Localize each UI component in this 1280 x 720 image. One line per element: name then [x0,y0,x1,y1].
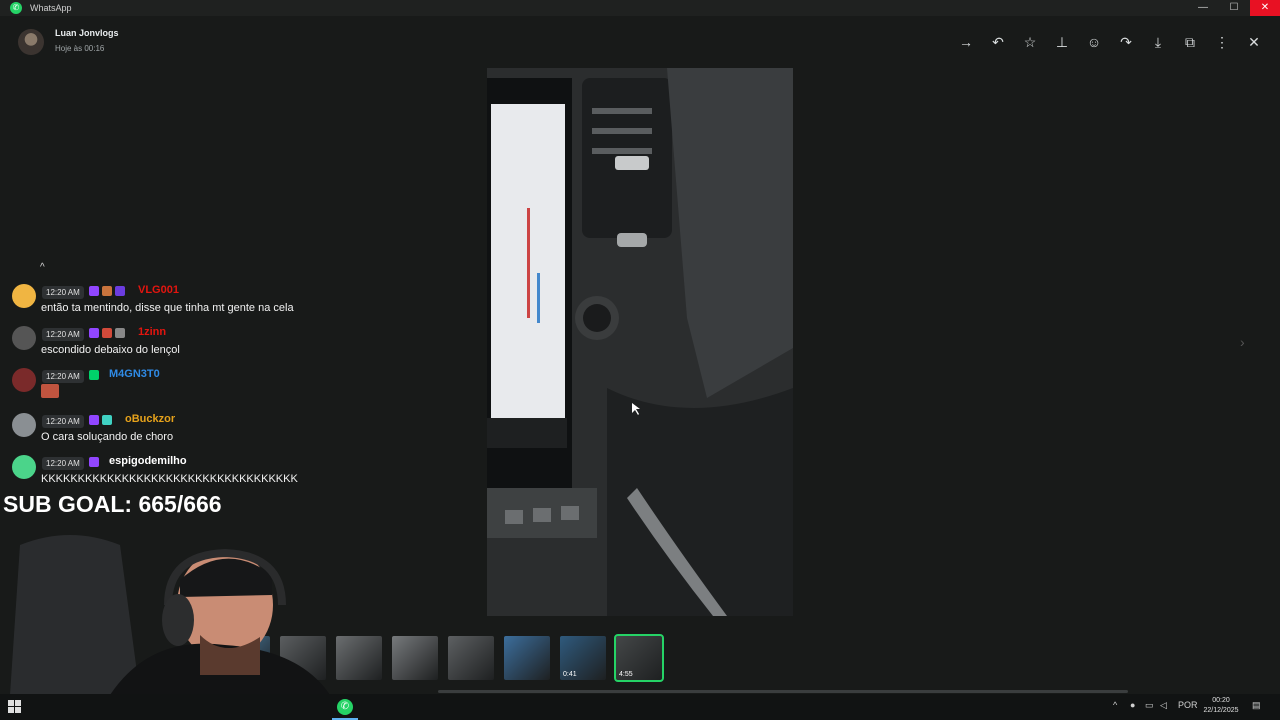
chat-badge-icon [89,286,99,296]
chat-badge-icon [115,328,125,338]
chat-avatar [12,413,36,437]
car-interior-frame [487,68,793,616]
sender-avatar[interactable] [18,29,44,55]
chat-timestamp: 12:20 AM [42,457,84,470]
next-media-icon[interactable]: › [1240,334,1245,350]
share-icon[interactable]: ↷ [1117,33,1135,51]
sent-timestamp: Hoje às 00:16 [55,44,105,53]
volume-icon[interactable]: ◁ [1160,700,1167,711]
thumbnail-duration: 0:41 [563,671,577,678]
webcam-overlay [0,525,330,695]
media-video[interactable] [487,68,793,616]
tray-chevron-icon[interactable]: ^ [1113,700,1117,710]
chat-message: 12:20 AM M4GN3T0 [12,368,372,404]
chat-badge-icon [115,286,125,296]
language-indicator[interactable]: POR [1178,700,1198,710]
chat-message: 12:20 AM VLG001 então ta mentindo, disse q… [12,284,372,320]
forward-icon[interactable]: → [957,33,975,51]
media-thumbnail[interactable] [392,636,438,680]
pin-icon[interactable]: ⊥ [1053,33,1071,51]
chat-avatar [12,284,36,308]
chat-message: 12:20 AM 1zinn escondido debaixo do lençol [12,326,372,362]
chat-badge-icon [102,415,112,425]
chat-username: espigodemilho [109,455,187,467]
chat-username: 1zinn [138,326,167,338]
window-titlebar: ✆ WhatsApp — ☐ ✕ [0,0,1280,16]
windows-taskbar: ✆ ^ ● ▭ ◁ POR 00:20 22/12/2025 ▤ [0,694,1280,720]
download-icon[interactable]: ⤓ [1149,33,1167,51]
chat-badge-icon [89,328,99,338]
chat-badge-icon [89,457,99,467]
chat-timestamp: 12:20 AM [42,370,84,383]
chat-partial-line: ^ [40,262,45,273]
chat-text: O cara soluçando de choro [41,431,174,443]
chat-username: VLG001 [138,284,179,296]
sender-name: Luan Jonvlogs [55,28,119,38]
chat-badge-icon [102,286,112,296]
media-thumbnail[interactable] [448,636,494,680]
chat-message: 12:20 AM oBuckzor O cara soluçando de chor… [12,413,372,449]
chat-username: M4GN3T0 [109,368,160,380]
chat-badge-icon [102,328,112,338]
media-thumbnail[interactable]: 0:41 [560,636,606,680]
more-icon[interactable]: ⋮ [1213,33,1231,51]
clock-time: 00:20 [1212,697,1230,704]
chat-text: KKKKKKKKKKKKKKKKKKKKKKKKKKKKKKKKKKK [41,473,298,485]
chat-username: oBuckzor [125,413,176,425]
chat-avatar [12,455,36,479]
notifications-icon[interactable]: ▤ [1252,700,1261,711]
taskbar-clock[interactable]: 00:20 22/12/2025 [1200,696,1242,716]
microphone-icon[interactable]: ● [1130,700,1135,710]
chat-timestamp: 12:20 AM [42,328,84,341]
whatsapp-logo-icon: ✆ [10,2,22,14]
taskbar-whatsapp-icon[interactable]: ✆ [332,696,358,720]
minimize-button[interactable]: — [1188,0,1218,16]
close-icon[interactable]: ✕ [1245,33,1263,51]
emoji-icon[interactable]: ☺ [1085,33,1103,51]
chat-message: 12:20 AM espigodemilho KKKKKKKKKKKKKKKKKKK… [12,455,372,491]
chat-timestamp: 12:20 AM [42,415,84,428]
thumbnail-scrollbar[interactable] [438,690,1128,693]
media-thumbnail[interactable] [336,636,382,680]
chat-emote-icon [41,384,59,398]
chat-avatar [12,326,36,350]
maximize-button[interactable]: ☐ [1219,0,1249,16]
chat-badge-icon [89,415,99,425]
clock-date: 22/12/2025 [1203,707,1239,714]
chat-badge-icon [89,370,99,380]
streamer-webcam-image [10,535,330,695]
open-external-icon[interactable]: ⧉ [1181,33,1199,51]
chat-avatar [12,368,36,392]
chat-text: escondido debaixo do lençol [41,344,180,356]
sub-goal-counter: SUB GOAL: 665/666 [3,491,222,517]
chat-timestamp: 12:20 AM [42,286,84,299]
thumbnail-duration: 4:55 [619,671,633,678]
windows-start-icon[interactable] [8,700,22,714]
media-thumbnail[interactable] [504,636,550,680]
window-close-button[interactable]: ✕ [1250,0,1280,16]
reply-icon[interactable]: ↶ [989,33,1007,51]
star-icon[interactable]: ☆ [1021,33,1039,51]
media-thumbnail[interactable]: 4:55 [614,634,664,682]
chat-text: então ta mentindo, disse que tinha mt ge… [41,302,294,314]
network-icon[interactable]: ▭ [1145,700,1154,711]
window-title: WhatsApp [30,3,72,13]
